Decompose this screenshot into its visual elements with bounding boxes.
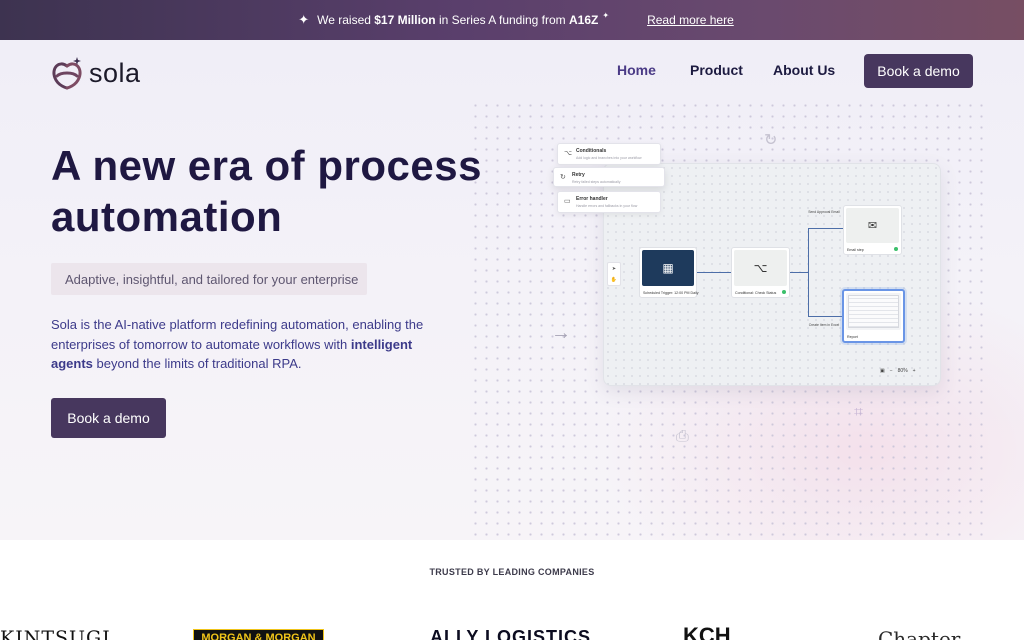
zoom-in-button[interactable]: + [913,368,916,374]
read-more-link[interactable]: Read more here [647,13,734,27]
workflow-edge [808,228,844,229]
workflow-edge [808,228,809,316]
hero-description: Sola is the AI-native platform redefinin… [51,317,424,371]
arrow-right-icon: → [551,322,571,344]
branch-label-top: Send Approval Email [808,210,840,214]
email-node[interactable]: ✉ Email step [843,205,902,255]
refresh-icon: ↻ [764,132,778,149]
window-icon: ▭ [564,198,571,205]
workflow-edge [790,272,808,273]
mail-icon: ✉ [846,208,899,243]
nav-product[interactable]: Product [690,62,743,78]
zoom-out-button[interactable]: − [890,368,893,374]
workflow-edge [696,272,731,273]
fit-view-icon[interactable]: ▣ [880,368,885,374]
sparkle-icon: ✦ [298,12,310,27]
branch-label-bottom: Create Item in Excel [808,323,840,327]
workflow-edge [808,316,842,317]
announcement-bar: ✦ We raised $17 Million in Series A fund… [0,0,1024,40]
retry-icon: ↻ [560,174,566,181]
node-label: Scheduled Trigger: 12:00 PM Daily [643,291,699,295]
company-logo-chapter: Chapter [878,627,961,640]
brand-logo[interactable]: sola [51,56,141,90]
menu-item-conditionals[interactable]: ⌥ Conditionals Add logic and branches int… [557,143,661,165]
top-navigation: sola Home Product About Us Book a demo [0,40,1024,102]
company-logo-ally-logistics: ALLY LOGISTICS [430,627,592,640]
success-indicator [782,290,786,294]
branch-icon: ⌥ [734,250,787,286]
menu-item-title: Retry [572,172,585,178]
canvas-side-toolbar: ➤ ✋ [607,262,621,286]
hand-icon[interactable]: ✋ [611,277,617,283]
zoom-controls: ▣ − 80% + [880,365,930,377]
branch-icon: ⌥ [564,150,573,157]
brand-name: sola [89,57,141,88]
menu-item-subtitle: Retry failed steps automatically [572,180,621,184]
nodes-icon: ⌗ [854,404,864,421]
menu-item-title: Conditionals [576,148,607,154]
menu-item-title: Error handler [576,196,608,202]
spreadsheet-grid [848,295,899,328]
hero-title: A new era of process automation [51,142,482,240]
trusted-section: TRUSTED BY LEADING COMPANIES KINTSUGI MO… [0,540,1024,640]
sparkle-icon: ✦ [602,10,610,20]
menu-item-subtitle: Add logic and branches into your workflo… [576,156,642,160]
menu-item-retry[interactable]: ↻ Retry Retry failed steps automatically [553,167,665,187]
sola-logo-icon [52,57,82,90]
node-label: Email step [847,248,864,252]
nav-about-us[interactable]: About Us [773,62,835,78]
export-icon: ⎙ [676,428,689,445]
nav-home[interactable]: Home [617,62,656,78]
node-label: Conditional: Check Status [735,291,777,295]
book-demo-nav-button[interactable]: Book a demo [864,54,973,88]
menu-item-subtitle: Handle errors and fallbacks in your flow [576,204,638,208]
hero-tagline: Adaptive, insightful, and tailored for y… [51,263,367,295]
trusted-title: TRUSTED BY LEADING COMPANIES [429,567,595,577]
company-logo-kch: KCH [683,623,731,640]
menu-item-error-handler[interactable]: ▭ Error handler Handle errors and fallbac… [557,191,661,213]
book-demo-hero-button[interactable]: Book a demo [51,398,166,438]
spreadsheet-preview [846,293,901,330]
calendar-icon: ▦ [642,250,694,286]
company-logo-kintsugi: KINTSUGI [0,627,111,640]
pointer-icon[interactable]: ➤ [612,266,616,272]
trigger-node[interactable]: ▦ Scheduled Trigger: 12:00 PM Daily [639,247,699,298]
company-logo-morgan-and-morgan: MORGAN & MORGAN [193,629,324,640]
announcement-text: We raised $17 Million in Series A fundin… [317,13,599,27]
report-node[interactable]: Report [842,289,905,343]
success-indicator [894,247,898,251]
conditional-node[interactable]: ⌥ Conditional: Check Status [731,247,790,298]
node-label: Report [847,335,858,339]
zoom-level: 80% [897,368,908,374]
